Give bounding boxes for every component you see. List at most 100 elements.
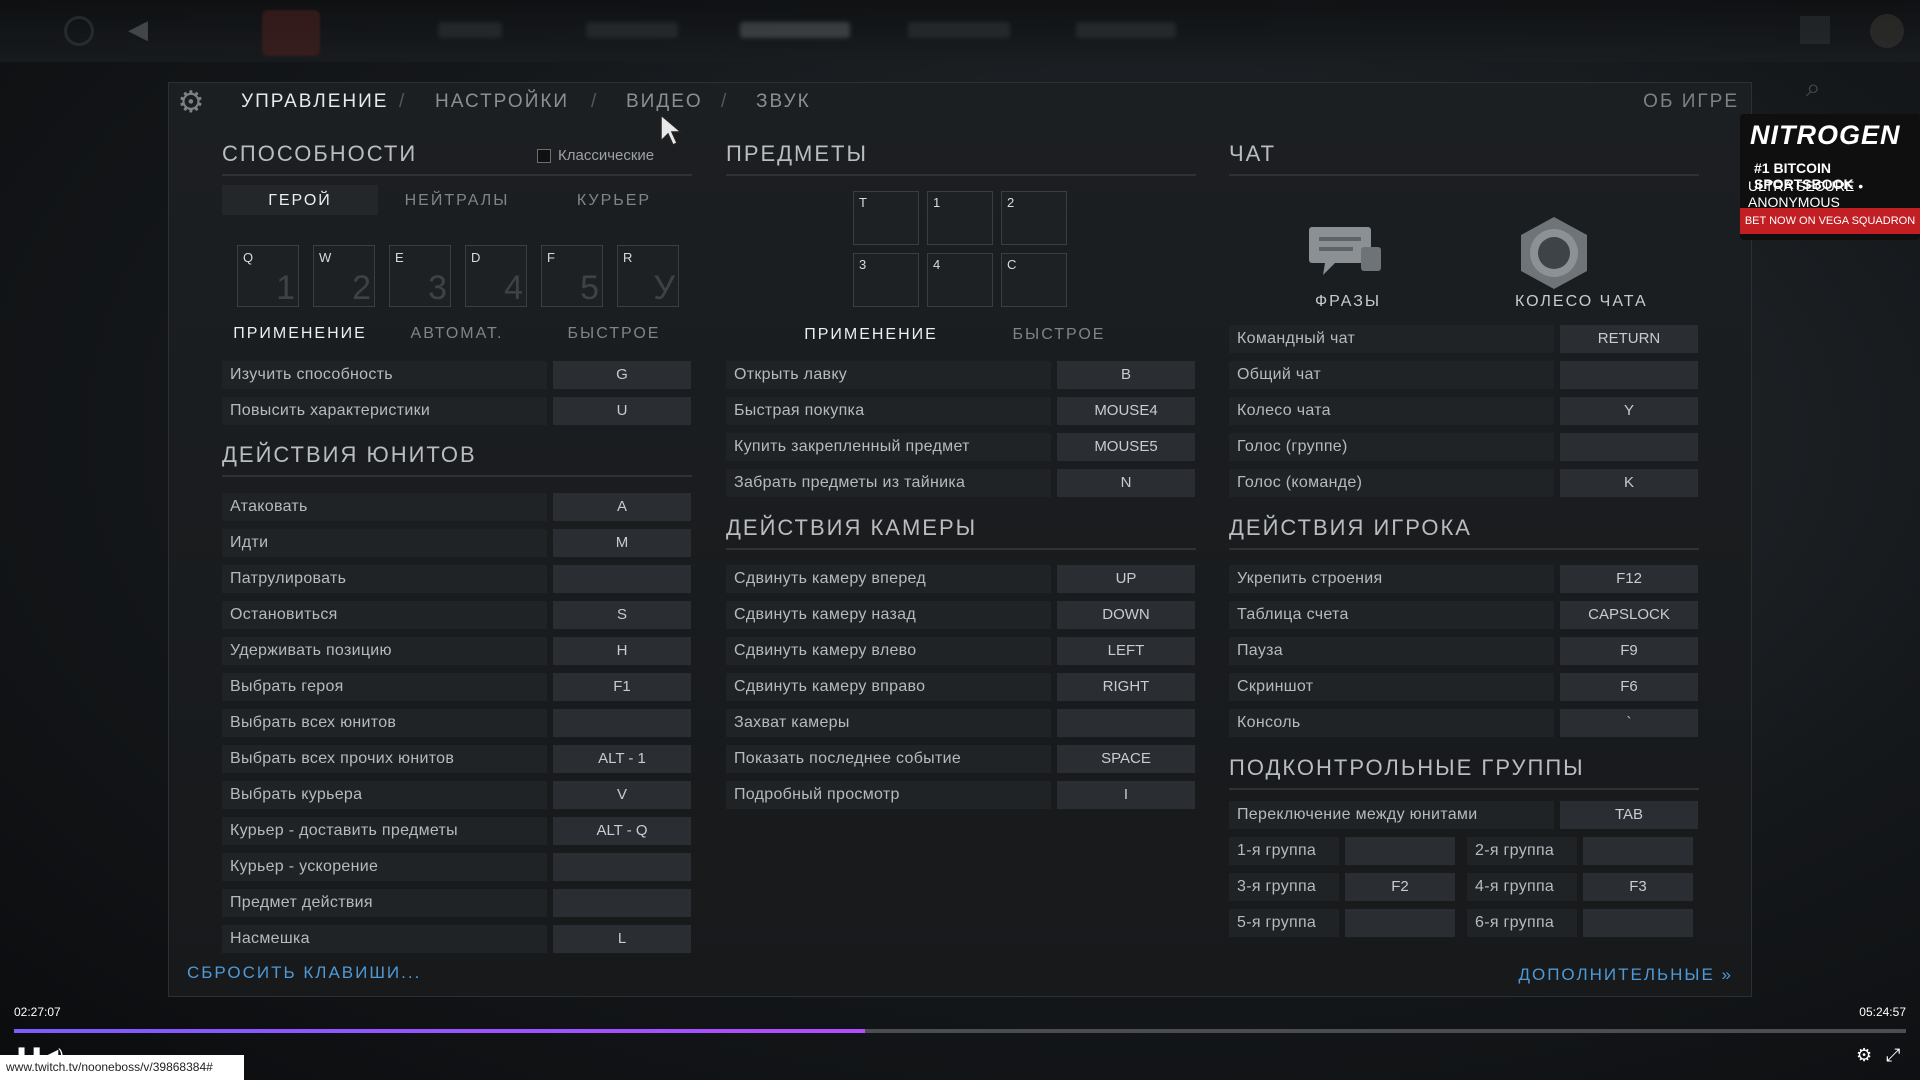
keybind-key[interactable] xyxy=(553,853,691,881)
control-group-key[interactable] xyxy=(1345,837,1455,865)
keybind-key[interactable]: F1 xyxy=(553,673,691,701)
keybind-key[interactable]: UP xyxy=(1057,565,1195,593)
ability-number: 1 xyxy=(276,269,295,307)
classic-checkbox[interactable] xyxy=(537,149,551,163)
keybind-row: Патрулировать xyxy=(222,565,691,595)
tab-hero[interactable]: ГЕРОЙ xyxy=(222,192,378,210)
keybind-key[interactable]: LEFT xyxy=(1057,637,1195,665)
keybind-key[interactable]: ALT - 1 xyxy=(553,745,691,773)
keybind-key[interactable]: M xyxy=(553,529,691,557)
keybind-key[interactable]: N xyxy=(1057,469,1195,497)
ad-cta-button[interactable]: BET NOW ON VEGA SQUADRON xyxy=(1740,208,1920,234)
ability-slot-r[interactable]: RУ xyxy=(617,245,679,307)
profile-avatar[interactable] xyxy=(1870,14,1904,48)
mouse-cursor-icon xyxy=(660,113,684,147)
tab-separator: / xyxy=(399,91,405,112)
fullscreen-icon[interactable]: ⤢ xyxy=(1886,1045,1900,1066)
tab-controls[interactable]: УПРАВЛЕНИЕ xyxy=(241,91,388,113)
tab-courier[interactable]: КУРЬЕР xyxy=(536,192,692,210)
control-group-key[interactable]: F2 xyxy=(1345,873,1455,901)
settings-gear-icon[interactable]: ⚙ xyxy=(1856,1045,1872,1066)
ability-slot-d[interactable]: D4 xyxy=(465,245,527,307)
item-slot-1[interactable]: 1 xyxy=(927,191,993,245)
keybind-key[interactable]: A xyxy=(553,493,691,521)
keybind-key[interactable]: F9 xyxy=(1560,637,1698,665)
nav-item-blurred[interactable] xyxy=(586,22,678,38)
divider xyxy=(726,174,1196,176)
keybind-key[interactable]: RETURN xyxy=(1560,325,1698,353)
chat-wheel-icon[interactable] xyxy=(1509,213,1599,293)
tab-sound[interactable]: ЗВУК xyxy=(756,91,811,113)
keybind-key[interactable]: Y xyxy=(1560,397,1698,425)
tab-neutrals[interactable]: НЕЙТРАЛЫ xyxy=(378,192,536,210)
keybind-key[interactable]: ` xyxy=(1560,709,1698,737)
keybind-key[interactable] xyxy=(553,889,691,917)
keybind-key[interactable] xyxy=(1560,361,1698,389)
nav-item-blurred[interactable] xyxy=(740,22,850,38)
keybind-key[interactable]: G xyxy=(553,361,691,389)
sponsor-ad[interactable]: NITROGEN #1 BITCOIN SPORTSBOOK ULTRA SEC… xyxy=(1740,114,1920,240)
control-group-key[interactable] xyxy=(1345,909,1455,937)
ability-slot-f[interactable]: F5 xyxy=(541,245,603,307)
keybind-key[interactable] xyxy=(553,709,691,737)
keybind-key[interactable] xyxy=(1560,433,1698,461)
keybind-key[interactable]: F12 xyxy=(1560,565,1698,593)
keybind-key[interactable]: TAB xyxy=(1560,801,1698,829)
control-group-key[interactable]: F3 xyxy=(1583,873,1693,901)
keybind-key[interactable]: DOWN xyxy=(1057,601,1195,629)
keybind-key[interactable]: L xyxy=(553,925,691,953)
tab-item-cast-normal[interactable]: ПРИМЕНЕНИЕ xyxy=(781,326,961,344)
control-group-key[interactable] xyxy=(1583,909,1693,937)
keybind-row: Голос (команде) K xyxy=(1229,469,1698,499)
keybind-key[interactable]: CAPSLOCK xyxy=(1560,601,1698,629)
tab-cast-quick[interactable]: БЫСТРОЕ xyxy=(536,325,692,343)
tab-video[interactable]: ВИДЕО xyxy=(626,91,703,113)
nav-item-blurred[interactable] xyxy=(1076,22,1176,38)
seek-bar-fill xyxy=(14,1029,866,1033)
inventory-icon[interactable] xyxy=(1800,16,1830,44)
seek-bar[interactable] xyxy=(14,1029,1906,1033)
keybind-key[interactable]: B xyxy=(1057,361,1195,389)
keybind-key[interactable]: H xyxy=(553,637,691,665)
tab-cast-normal[interactable]: ПРИМЕНЕНИЕ xyxy=(222,325,378,343)
tab-about-game[interactable]: ОБ ИГРЕ xyxy=(1643,91,1739,113)
keybind-key[interactable]: S xyxy=(553,601,691,629)
nav-item-blurred[interactable] xyxy=(908,22,1010,38)
keybind-key[interactable]: MOUSE4 xyxy=(1057,397,1195,425)
keybind-key[interactable] xyxy=(1057,709,1195,737)
keybind-key[interactable]: RIGHT xyxy=(1057,673,1195,701)
reset-keys-link[interactable]: СБРОСИТЬ КЛАВИШИ... xyxy=(187,963,421,983)
tab-settings[interactable]: НАСТРОЙКИ xyxy=(435,91,569,113)
tab-cast-auto[interactable]: АВТОМАТ. xyxy=(378,325,536,343)
item-slot-t[interactable]: T xyxy=(853,191,919,245)
item-slot-3[interactable]: 3 xyxy=(853,253,919,307)
keybind-key[interactable] xyxy=(553,565,691,593)
keybind-key[interactable]: I xyxy=(1057,781,1195,809)
advanced-settings-link[interactable]: ДОПОЛНИТЕЛЬНЫЕ » xyxy=(1518,965,1733,985)
item-slot-2[interactable]: 2 xyxy=(1001,191,1067,245)
game-settings-gear-icon[interactable] xyxy=(64,16,94,46)
search-icon[interactable]: ⌕ xyxy=(1806,72,1821,104)
keybind-key[interactable]: MOUSE5 xyxy=(1057,433,1195,461)
tab-item-cast-quick[interactable]: БЫСТРОЕ xyxy=(969,326,1149,344)
nav-item-blurred[interactable] xyxy=(438,22,502,38)
keybind-row: Консоль ` xyxy=(1229,709,1698,739)
ability-slot-q[interactable]: Q1 xyxy=(237,245,299,307)
keybind-key[interactable]: F6 xyxy=(1560,673,1698,701)
ability-slot-e[interactable]: E3 xyxy=(389,245,451,307)
keybind-label: Курьер - ускорение xyxy=(222,853,547,881)
keybind-key[interactable]: SPACE xyxy=(1057,745,1195,773)
keybind-key[interactable]: V xyxy=(553,781,691,809)
control-group-key[interactable] xyxy=(1583,837,1693,865)
keybind-key[interactable]: U xyxy=(553,397,691,425)
keybind-row: Забрать предметы из тайника N xyxy=(726,469,1195,499)
item-slot-4[interactable]: 4 xyxy=(927,253,993,307)
item-slot-c[interactable]: C xyxy=(1001,253,1067,307)
dota-logo[interactable] xyxy=(262,10,320,56)
chat-phrases-icon[interactable] xyxy=(1305,223,1385,283)
back-arrow-icon[interactable]: ◀ xyxy=(128,14,148,45)
keybind-row: Скриншот F6 xyxy=(1229,673,1698,703)
keybind-key[interactable]: K xyxy=(1560,469,1698,497)
keybind-key[interactable]: ALT - Q xyxy=(553,817,691,845)
ability-slot-w[interactable]: W2 xyxy=(313,245,375,307)
